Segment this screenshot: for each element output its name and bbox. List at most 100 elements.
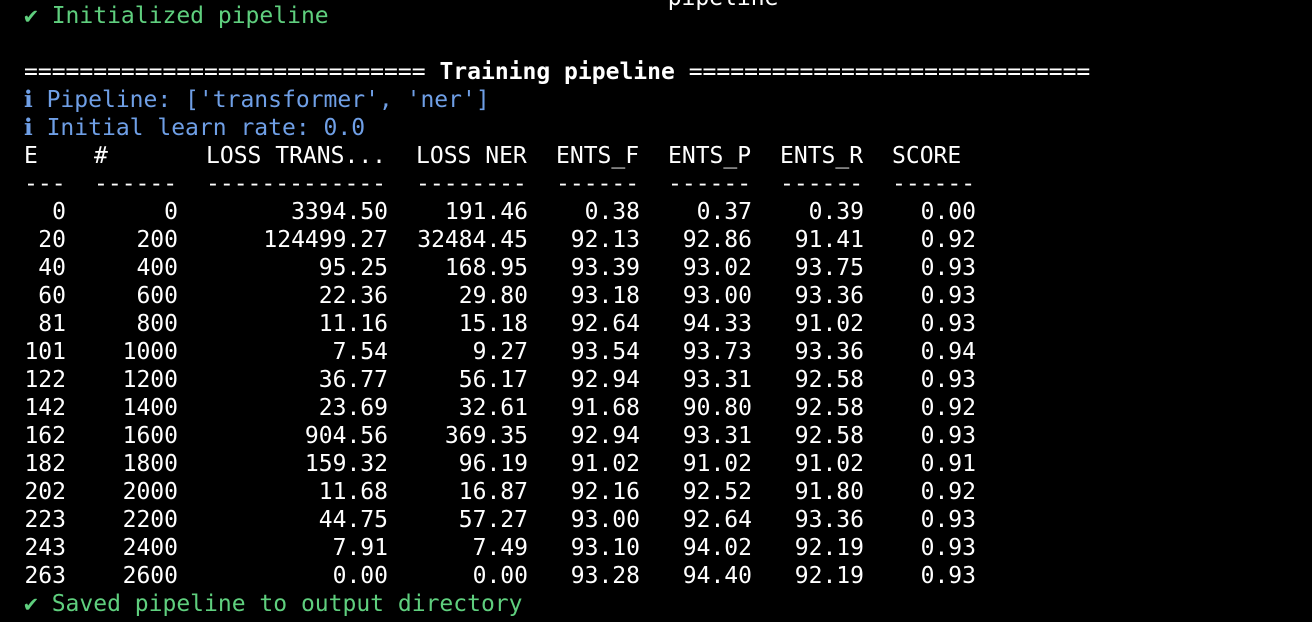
cell-epoch: 101: [24, 339, 66, 365]
cell-epoch: 182: [24, 451, 66, 477]
cell-score: 0.93: [920, 311, 976, 337]
cell-score: 0.93: [920, 535, 976, 561]
cell-loss-ner: 15.18: [458, 311, 528, 337]
column-separator-score: ------: [892, 171, 976, 197]
cell-loss-ner: 29.80: [458, 283, 528, 309]
cell-ents-r: 92.19: [794, 535, 864, 561]
cell-loss-ner: 168.95: [444, 255, 528, 281]
training-title: Training pipeline: [439, 59, 675, 85]
cell-score: 0.93: [920, 423, 976, 449]
cell-step: 2600: [122, 563, 178, 589]
cell-ents-r: 91.80: [794, 479, 864, 505]
cell-step: 2200: [122, 507, 178, 533]
column-header-loss-ner: LOSS NER: [416, 143, 527, 169]
cell-score: 0.93: [920, 507, 976, 533]
saved-message: ✔ Saved pipeline to output directory: [24, 591, 523, 617]
cell-ents-p: 91.02: [682, 451, 752, 477]
cell-ents-p: 0.37: [696, 199, 752, 225]
cell-score: 0.94: [920, 339, 976, 365]
column-header-step: #: [94, 143, 108, 169]
cell-step: 1000: [122, 339, 178, 365]
cell-ents-p: 93.00: [682, 283, 752, 309]
cell-loss-ner: 96.19: [458, 451, 528, 477]
column-separator-epoch: ---: [24, 171, 66, 197]
column-separator-ents-f: ------: [556, 171, 640, 197]
cell-loss-ner: 56.17: [458, 367, 528, 393]
column-header-loss-trans: LOSS TRANS...: [206, 143, 387, 169]
cell-ents-f: 92.64: [570, 311, 640, 337]
cell-score: 0.92: [920, 227, 976, 253]
cell-loss-trans: 23.69: [318, 395, 388, 421]
cell-loss-ner: 7.49: [472, 535, 528, 561]
cell-ents-f: 93.18: [570, 283, 640, 309]
cell-loss-trans: 0.00: [332, 563, 388, 589]
cell-ents-r: 93.36: [794, 339, 864, 365]
cell-ents-f: 93.54: [570, 339, 640, 365]
training-rule-left: =============================: [24, 59, 426, 85]
column-separator-step: ------: [94, 171, 178, 197]
cell-step: 1800: [122, 451, 178, 477]
column-separator-loss-ner: --------: [416, 171, 527, 197]
cell-epoch: 162: [24, 423, 66, 449]
cell-loss-ner: 9.27: [472, 339, 528, 365]
cell-loss-trans: 11.16: [318, 311, 388, 337]
cell-ents-f: 92.94: [570, 423, 640, 449]
cell-ents-f: 92.16: [570, 479, 640, 505]
cell-ents-p: 92.52: [682, 479, 752, 505]
cell-step: 1400: [122, 395, 178, 421]
cell-ents-f: 93.28: [570, 563, 640, 589]
cell-ents-f: 93.39: [570, 255, 640, 281]
cell-ents-r: 0.39: [808, 199, 864, 225]
column-separator-loss-trans: -------------: [206, 171, 387, 197]
cell-ents-f: 93.00: [570, 507, 640, 533]
cell-ents-p: 94.02: [682, 535, 752, 561]
cell-loss-trans: 7.91: [332, 535, 388, 561]
cell-ents-p: 94.40: [682, 563, 752, 589]
cell-ents-r: 93.36: [794, 283, 864, 309]
cell-epoch: 263: [24, 563, 66, 589]
column-header-score: SCORE: [892, 143, 962, 169]
cell-ents-f: 91.02: [570, 451, 640, 477]
cell-loss-ner: 191.46: [444, 199, 528, 225]
cell-loss-trans: 44.75: [318, 507, 388, 533]
cell-ents-p: 94.33: [682, 311, 752, 337]
cell-step: 0: [164, 199, 178, 225]
cell-epoch: 81: [38, 311, 66, 337]
cell-step: 600: [136, 283, 178, 309]
cell-loss-ner: 32484.45: [417, 227, 528, 253]
training-header: ============================= Training p…: [24, 58, 1090, 86]
cell-ents-r: 93.75: [794, 255, 864, 281]
cell-loss-ner: 57.27: [458, 507, 528, 533]
cell-step: 2400: [122, 535, 178, 561]
cell-ents-r: 93.36: [794, 507, 864, 533]
cell-ents-r: 92.58: [794, 367, 864, 393]
cell-score: 0.93: [920, 255, 976, 281]
cell-ents-f: 0.38: [584, 199, 640, 225]
column-header-ents-p: ENTS_P: [668, 143, 752, 169]
cell-loss-trans: 904.56: [304, 423, 388, 449]
cell-ents-r: 91.02: [794, 311, 864, 337]
cell-ents-f: 92.94: [570, 367, 640, 393]
cell-step: 800: [136, 311, 178, 337]
cell-loss-trans: 95.25: [318, 255, 388, 281]
cell-epoch: 20: [38, 227, 66, 253]
cell-score: 0.92: [920, 479, 976, 505]
cell-step: 400: [136, 255, 178, 281]
cell-loss-trans: 36.77: [318, 367, 388, 393]
cell-epoch: 202: [24, 479, 66, 505]
cell-loss-trans: 22.36: [318, 283, 388, 309]
column-separator-ents-r: ------: [780, 171, 864, 197]
column-header-epoch: E: [24, 143, 38, 169]
cell-score: 0.91: [920, 451, 976, 477]
training-rule-right: =============================: [688, 59, 1091, 85]
cell-ents-f: 92.13: [570, 227, 640, 253]
cell-score: 0.93: [920, 563, 976, 589]
cell-ents-p: 93.31: [682, 423, 752, 449]
cell-loss-ner: 369.35: [444, 423, 528, 449]
cell-ents-p: 90.80: [682, 395, 752, 421]
cell-epoch: 122: [24, 367, 66, 393]
cell-score: 0.93: [920, 283, 976, 309]
cell-ents-p: 93.31: [682, 367, 752, 393]
cell-ents-p: 92.86: [682, 227, 752, 253]
cell-score: 0.92: [920, 395, 976, 421]
